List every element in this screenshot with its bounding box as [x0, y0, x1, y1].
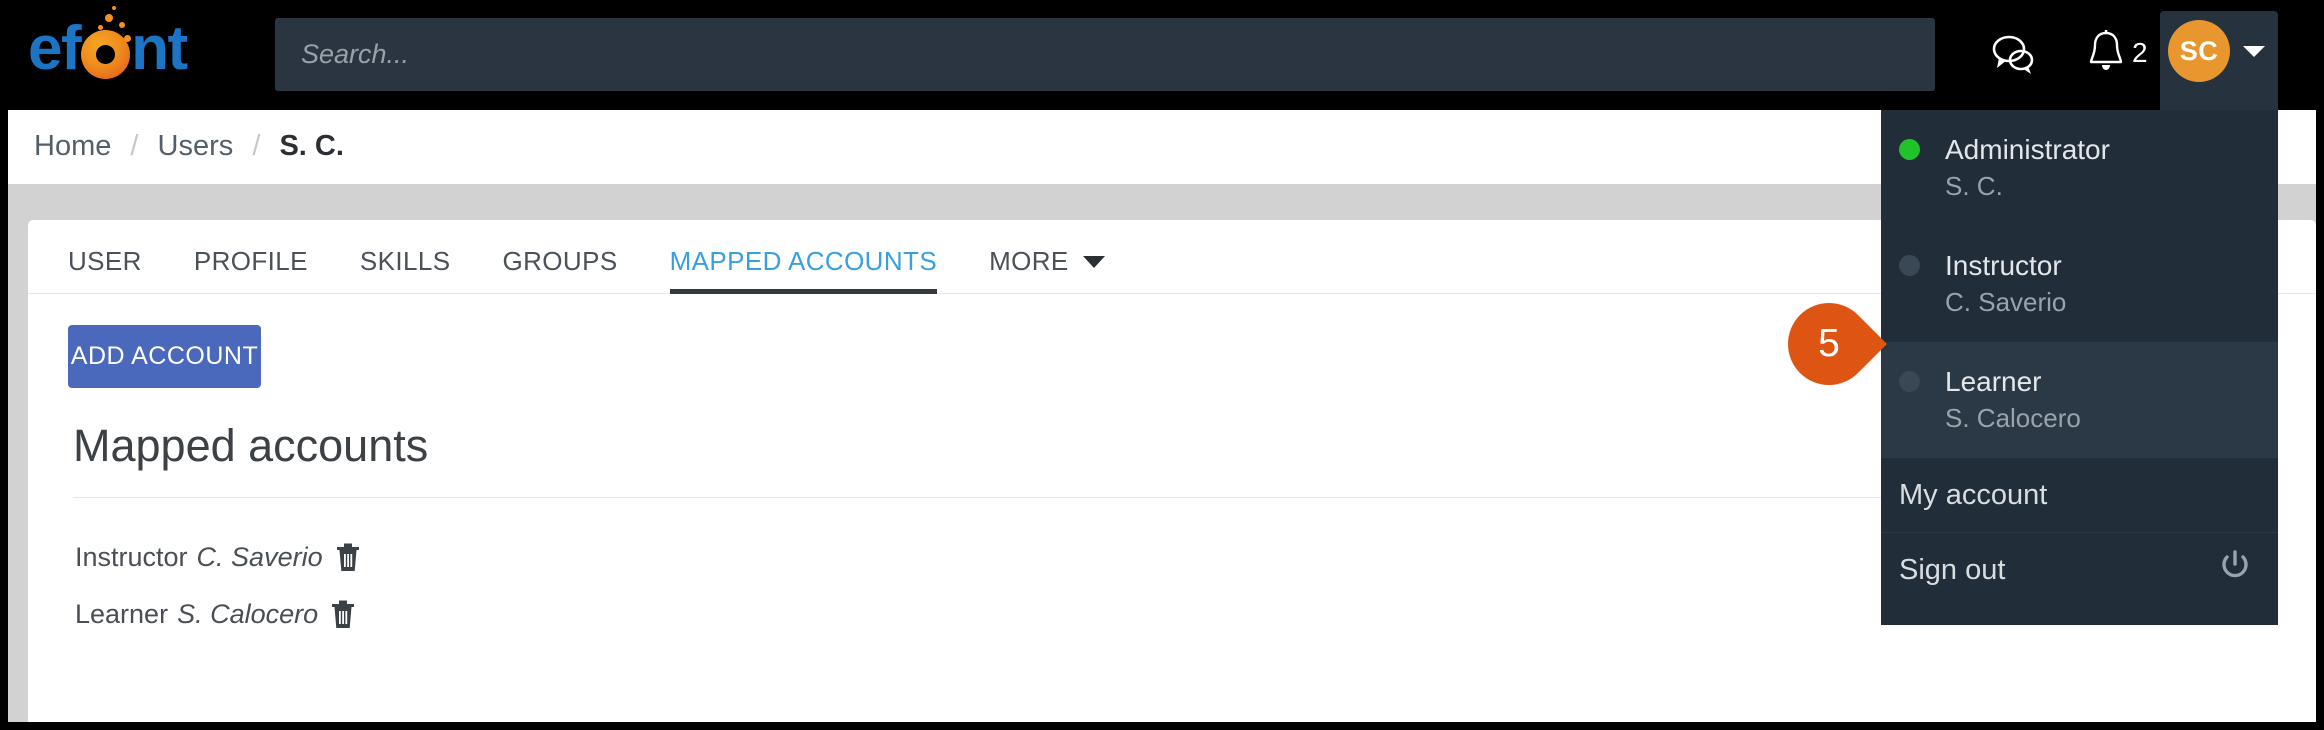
- menu-role-label: Learner: [1945, 365, 2042, 397]
- menu-role-administrator[interactable]: Administrator S. C.: [1881, 110, 2278, 226]
- breadcrumb-separator: /: [252, 130, 261, 162]
- logo-o-hole: [96, 44, 116, 64]
- menu-role-instructor[interactable]: Instructor C. Saverio: [1881, 226, 2278, 342]
- tab-more-label: MORE: [989, 246, 1069, 276]
- page-title: Mapped accounts: [73, 420, 429, 471]
- breadcrumb-item-home[interactable]: Home: [34, 130, 111, 162]
- search-input[interactable]: [275, 18, 1935, 91]
- menu-role-username: S. Calocero: [1945, 402, 2081, 433]
- menu-item-sign-out[interactable]: Sign out: [1881, 533, 2278, 607]
- user-dropdown-menu: Administrator S. C. Instructor C. Saveri…: [1881, 110, 2278, 625]
- chevron-down-icon: [1082, 255, 1105, 268]
- tab-profile[interactable]: PROFILE: [194, 246, 308, 293]
- power-icon: [2218, 549, 2252, 591]
- chevron-down-icon[interactable]: [2243, 46, 2265, 57]
- role-dot-icon: [1899, 370, 1920, 392]
- callout-number: 5: [1818, 322, 1840, 365]
- breadcrumb: Home / Users / S. C.: [34, 130, 344, 163]
- menu-role-label: Administrator: [1945, 134, 2110, 165]
- trash-icon[interactable]: [335, 542, 361, 572]
- menu-role-label: Instructor: [1945, 249, 2062, 281]
- menu-role-learner[interactable]: Learner S. Calocero: [1881, 341, 2278, 458]
- tab-user[interactable]: USER: [68, 246, 142, 293]
- menu-item-label: My account: [1899, 478, 2048, 511]
- avatar[interactable]: SC: [2168, 20, 2230, 82]
- list-item: Instructor C. Saverio: [75, 538, 1075, 576]
- tab-skills[interactable]: SKILLS: [360, 246, 451, 293]
- tab-more[interactable]: MORE: [989, 246, 1105, 293]
- logo-spark: [119, 21, 126, 28]
- account-name: S. Calocero: [177, 598, 319, 629]
- callout-badge: 5: [1771, 286, 1888, 403]
- mapped-accounts-list: Instructor C. Saverio Learner S. Calocer…: [75, 538, 1075, 652]
- tab-mapped-accounts[interactable]: MAPPED ACCOUNTS: [669, 246, 938, 294]
- trash-icon[interactable]: [330, 599, 356, 629]
- list-item: Learner S. Calocero: [75, 595, 1075, 633]
- breadcrumb-item-current: S. C.: [279, 130, 344, 162]
- account-role: Instructor: [75, 541, 188, 572]
- screenshot-root: ef nt Search... 2 SC Home / Users / S. C…: [0, 0, 2324, 730]
- logo-spark: [98, 24, 104, 30]
- top-header-bar: ef nt Search... 2 SC: [0, 0, 2324, 110]
- efront-logo[interactable]: ef nt: [28, 5, 188, 83]
- bell-icon[interactable]: [2086, 28, 2126, 76]
- role-dot-icon: [1899, 254, 1920, 276]
- role-active-dot-icon: [1899, 139, 1920, 160]
- account-role: Learner: [75, 598, 169, 629]
- logo-spark: [105, 13, 114, 22]
- notification-count: 2: [2132, 37, 2148, 68]
- menu-role-username: S. C.: [1945, 171, 2003, 201]
- logo-spark: [124, 34, 132, 42]
- breadcrumb-item-users[interactable]: Users: [158, 130, 234, 162]
- add-account-button[interactable]: ADD ACCOUNT: [68, 325, 261, 388]
- menu-item-label: Sign out: [1899, 553, 2006, 586]
- logo-text-before: ef: [28, 14, 82, 83]
- tab-groups[interactable]: GROUPS: [502, 246, 617, 293]
- logo-flame-o-icon: [81, 5, 132, 79]
- breadcrumb-separator: /: [130, 130, 139, 162]
- chat-bubbles-icon[interactable]: [1988, 32, 2038, 76]
- logo-text-after: nt: [131, 14, 188, 83]
- account-name: C. Saverio: [196, 541, 323, 572]
- menu-item-my-account[interactable]: My account: [1881, 458, 2278, 532]
- menu-role-username: C. Saverio: [1945, 286, 2067, 317]
- logo-spark: [112, 5, 117, 10]
